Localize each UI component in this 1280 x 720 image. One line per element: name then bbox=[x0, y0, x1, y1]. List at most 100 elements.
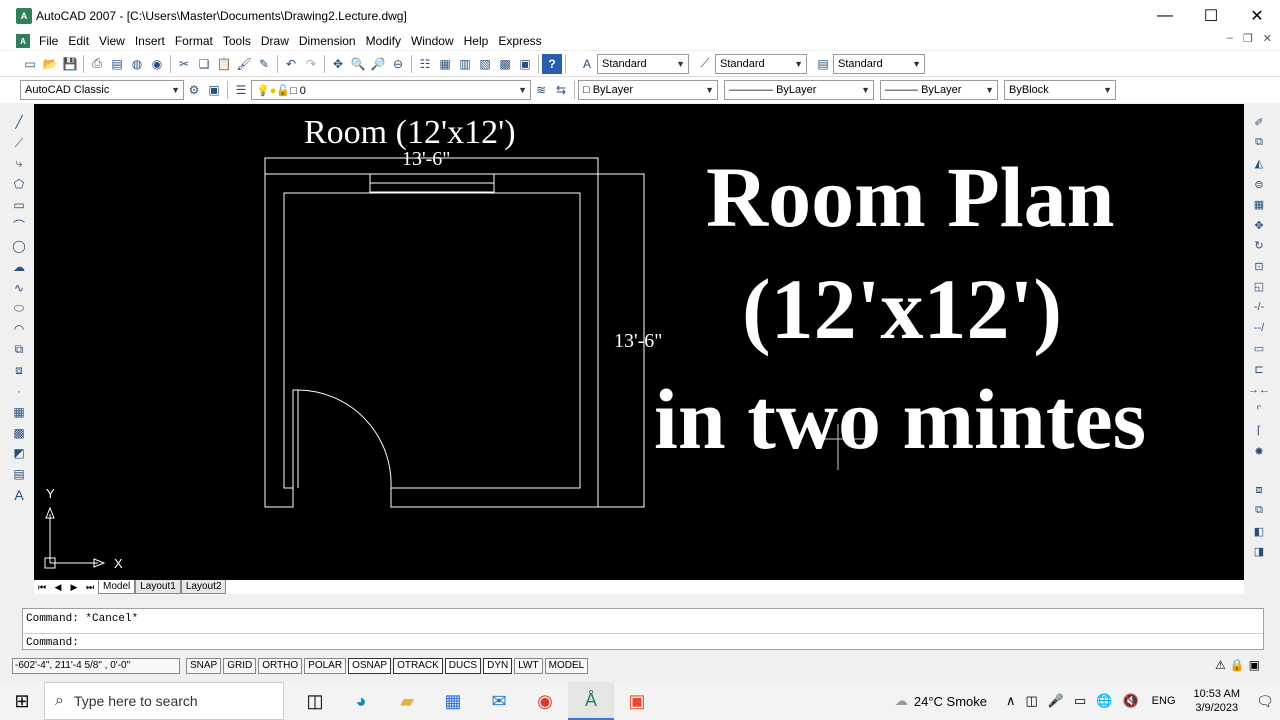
otrack-toggle[interactable]: OTRACK bbox=[393, 658, 443, 674]
file-explorer-icon[interactable]: ▰ bbox=[384, 682, 430, 720]
drawing-canvas[interactable]: Room (12'x12') 13'-6" 13'-6" Room Plan (… bbox=[34, 104, 1244, 580]
polar-toggle[interactable]: POLAR bbox=[304, 658, 347, 674]
menu-edit[interactable]: Edit bbox=[63, 34, 94, 48]
redo-icon[interactable]: ↷ bbox=[301, 54, 321, 74]
pan-icon[interactable]: ✥ bbox=[328, 54, 348, 74]
send-under-icon[interactable]: ◨ bbox=[1249, 541, 1269, 562]
properties-icon[interactable]: ☷ bbox=[415, 54, 435, 74]
notification-icon[interactable]: 🗨 bbox=[1250, 693, 1280, 710]
multiline-text-icon[interactable]: A bbox=[9, 484, 29, 505]
zoom-previous-icon[interactable]: ⊖ bbox=[388, 54, 408, 74]
chamfer-icon[interactable]: ⌜ bbox=[1249, 400, 1269, 421]
workspace-select[interactable]: AutoCAD Classic ▼ bbox=[20, 80, 184, 100]
ellipse-arc-icon[interactable]: ◠ bbox=[9, 319, 29, 340]
hatch-icon[interactable]: ▦ bbox=[9, 402, 29, 423]
prev-tab-icon[interactable]: ◀ bbox=[50, 582, 66, 593]
menu-window[interactable]: Window bbox=[406, 34, 459, 48]
language-indicator[interactable]: ENG bbox=[1152, 695, 1176, 707]
save-icon[interactable]: 💾 bbox=[60, 54, 80, 74]
array-icon[interactable]: ▦ bbox=[1249, 194, 1269, 215]
break-at-point-icon[interactable]: ▭ bbox=[1249, 338, 1269, 359]
workspace-save-icon[interactable]: ▣ bbox=[204, 80, 224, 100]
last-tab-icon[interactable]: ⏭ bbox=[82, 582, 98, 593]
open-icon[interactable]: 📂 bbox=[40, 54, 60, 74]
mirror-icon[interactable]: ◭ bbox=[1249, 153, 1269, 174]
communication-center-icon[interactable]: ⚠ bbox=[1215, 658, 1226, 672]
table-style-select[interactable]: Standard ▼ bbox=[833, 53, 925, 74]
ortho-toggle[interactable]: ORTHO bbox=[258, 658, 303, 674]
rectangle-icon[interactable]: ▭ bbox=[9, 195, 29, 216]
match-properties-icon[interactable]: 🖌 bbox=[234, 54, 254, 74]
menu-help[interactable]: Help bbox=[459, 34, 494, 48]
sheet-set-icon[interactable]: ▧ bbox=[475, 54, 495, 74]
mail-icon[interactable]: ✉ bbox=[476, 682, 522, 720]
scale-icon[interactable]: ⊡ bbox=[1249, 256, 1269, 277]
cut-icon[interactable]: ✂ bbox=[174, 54, 194, 74]
layer-manager-icon[interactable]: ☰ bbox=[231, 80, 251, 100]
taskbar-search[interactable]: ⌕ Type here to search bbox=[44, 682, 284, 720]
battery-icon[interactable]: ▭ bbox=[1074, 693, 1086, 709]
menu-insert[interactable]: Insert bbox=[130, 34, 170, 48]
calculator-icon[interactable]: ▣ bbox=[515, 54, 535, 74]
ellipse-icon[interactable]: ⬭ bbox=[9, 298, 29, 319]
spline-icon[interactable]: ∿ bbox=[9, 278, 29, 299]
task-view-icon[interactable]: ◫ bbox=[292, 682, 338, 720]
bring-above-icon[interactable]: ◧ bbox=[1249, 521, 1269, 542]
break-icon[interactable]: ⊏ bbox=[1249, 359, 1269, 380]
move-icon[interactable]: ✥ bbox=[1249, 215, 1269, 236]
chrome-icon[interactable]: ◉ bbox=[522, 682, 568, 720]
model-toggle[interactable]: MODEL bbox=[544, 658, 589, 674]
camtasia-icon[interactable]: ▣ bbox=[614, 682, 660, 720]
color-select[interactable]: □ ByLayer ▼ bbox=[578, 80, 718, 100]
microphone-icon[interactable]: 🎤 bbox=[1048, 693, 1064, 709]
menu-dimension[interactable]: Dimension bbox=[294, 34, 361, 48]
dim-style-select[interactable]: Standard ▼ bbox=[715, 53, 807, 74]
join-icon[interactable]: →← bbox=[1248, 380, 1270, 401]
help-icon[interactable]: ? bbox=[542, 53, 562, 74]
insert-block-icon[interactable]: ⧉ bbox=[9, 340, 29, 361]
maximize-button[interactable]: ☐ bbox=[1188, 0, 1234, 32]
line-icon[interactable]: ╱ bbox=[9, 112, 29, 133]
lineweight-select[interactable]: ——— ByLayer ▼ bbox=[880, 80, 998, 100]
draw-order-back-icon[interactable]: ⧉ bbox=[1249, 500, 1269, 521]
arc-icon[interactable]: ⌒ bbox=[9, 215, 29, 236]
table-icon[interactable]: ▤ bbox=[9, 464, 29, 485]
print-icon[interactable]: ⎙ bbox=[87, 54, 107, 74]
plot-preview-icon[interactable]: ▤ bbox=[107, 54, 127, 74]
point-icon[interactable]: · bbox=[9, 381, 29, 402]
command-prompt[interactable]: Command: bbox=[26, 637, 79, 649]
fillet-icon[interactable]: ⌈ bbox=[1249, 421, 1269, 442]
clock[interactable]: 10:53 AM 3/9/2023 bbox=[1194, 687, 1240, 715]
network-icon[interactable]: 🌐 bbox=[1096, 693, 1112, 709]
dyn-toggle[interactable]: DYN bbox=[483, 658, 513, 674]
workspace-settings-icon[interactable]: ⚙ bbox=[184, 80, 204, 100]
polygon-icon[interactable]: ⬠ bbox=[9, 174, 29, 195]
document-icon[interactable]: A bbox=[16, 34, 30, 48]
make-layer-current-icon[interactable]: ≋ bbox=[531, 80, 551, 100]
menu-file[interactable]: File bbox=[34, 34, 63, 48]
offset-icon[interactable]: ⊜ bbox=[1249, 174, 1269, 195]
weather-widget[interactable]: ☁ 24°C Smoke bbox=[895, 693, 987, 709]
design-center-icon[interactable]: ▦ bbox=[435, 54, 455, 74]
toolbar-lock-icon[interactable]: 🔒 bbox=[1230, 658, 1245, 672]
tool-palettes-icon[interactable]: ▥ bbox=[455, 54, 475, 74]
zoom-window-icon[interactable]: 🔎 bbox=[368, 54, 388, 74]
plotstyle-select[interactable]: ByBlock ▼ bbox=[1004, 80, 1116, 100]
make-block-icon[interactable]: ⧈ bbox=[9, 360, 29, 381]
edge-icon[interactable]: ◕ bbox=[338, 682, 384, 720]
minimize-button[interactable]: — bbox=[1142, 0, 1188, 32]
command-window[interactable]: Command: *Cancel* Command: bbox=[22, 608, 1264, 650]
doc-restore-icon[interactable]: ❐ bbox=[1243, 32, 1253, 45]
clean-screen-icon[interactable]: ▣ bbox=[1249, 658, 1260, 672]
markup-icon[interactable]: ▩ bbox=[495, 54, 515, 74]
trim-icon[interactable]: -/- bbox=[1249, 297, 1269, 318]
copy-object-icon[interactable]: ⧉ bbox=[1249, 133, 1269, 154]
coordinate-readout[interactable]: -602'-4", 211'-4 5/8" , 0'-0" bbox=[12, 658, 180, 674]
menu-express[interactable]: Express bbox=[493, 34, 546, 48]
stretch-icon[interactable]: ◱ bbox=[1249, 277, 1269, 298]
menu-format[interactable]: Format bbox=[170, 34, 218, 48]
undo-icon[interactable]: ↶ bbox=[281, 54, 301, 74]
explode-icon[interactable]: ✸ bbox=[1249, 441, 1269, 462]
revision-cloud-icon[interactable]: ☁ bbox=[9, 257, 29, 278]
store-icon[interactable]: ▦ bbox=[430, 682, 476, 720]
